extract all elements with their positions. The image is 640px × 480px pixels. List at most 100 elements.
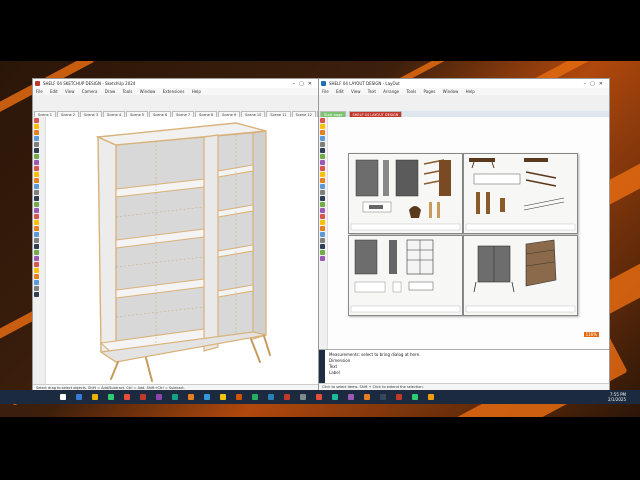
taskbar-app-icon[interactable] <box>60 394 66 400</box>
side-tool-icon[interactable] <box>33 250 39 255</box>
taskbar-app-icon[interactable] <box>188 394 194 400</box>
lmenu-view[interactable]: View <box>351 89 361 94</box>
side-tool-icon[interactable] <box>319 244 325 249</box>
taskbar-app-icon[interactable] <box>172 394 178 400</box>
lmenu-window[interactable]: Window <box>443 89 459 94</box>
layout-page-3[interactable] <box>348 235 463 316</box>
side-tool-icon[interactable] <box>319 226 325 231</box>
side-tool-icon[interactable] <box>319 142 325 147</box>
side-tool-icon[interactable] <box>33 142 39 147</box>
side-tool-icon[interactable] <box>33 124 39 129</box>
menu-camera[interactable]: Camera <box>82 89 98 94</box>
taskbar-app-icon[interactable] <box>284 394 290 400</box>
taskbar-app-icon[interactable] <box>316 394 322 400</box>
side-tool-icon[interactable] <box>33 286 39 291</box>
side-tool-icon[interactable] <box>319 178 325 183</box>
side-tool-icon[interactable] <box>319 232 325 237</box>
taskbar-app-icon[interactable] <box>204 394 210 400</box>
taskbar-app-icon[interactable] <box>396 394 402 400</box>
side-tool-icon[interactable] <box>33 166 39 171</box>
side-tool-icon[interactable] <box>319 148 325 153</box>
taskbar-app-icon[interactable] <box>236 394 242 400</box>
side-tool-icon[interactable] <box>33 184 39 189</box>
side-tool-icon[interactable] <box>319 166 325 171</box>
zoom-indicator[interactable]: 116% <box>583 332 599 337</box>
side-tool-icon[interactable] <box>33 292 39 297</box>
side-tool-icon[interactable] <box>319 196 325 201</box>
side-tool-icon[interactable] <box>33 136 39 141</box>
side-tool-icon[interactable] <box>33 220 39 225</box>
side-tool-icon[interactable] <box>319 238 325 243</box>
taskbar-app-icon[interactable] <box>156 394 162 400</box>
side-tool-icon[interactable] <box>319 202 325 207</box>
lmenu-file[interactable]: File <box>322 89 329 94</box>
menu-edit[interactable]: Edit <box>50 89 58 94</box>
side-tool-icon[interactable] <box>33 196 39 201</box>
side-tool-icon[interactable] <box>319 136 325 141</box>
side-tool-icon[interactable] <box>319 124 325 129</box>
layout-page-2[interactable] <box>463 153 578 234</box>
lmenu-tools[interactable]: Tools <box>406 89 416 94</box>
side-tool-icon[interactable] <box>319 214 325 219</box>
side-tool-icon[interactable] <box>319 154 325 159</box>
layout-page-4[interactable] <box>463 235 578 316</box>
side-tool-icon[interactable] <box>33 148 39 153</box>
side-tool-icon[interactable] <box>33 244 39 249</box>
side-tool-icon[interactable] <box>319 208 325 213</box>
model-viewport[interactable] <box>46 117 318 384</box>
menu-window[interactable]: Window <box>140 89 156 94</box>
side-tool-icon[interactable] <box>33 130 39 135</box>
side-tool-icon[interactable] <box>33 238 39 243</box>
taskbar-app-icon[interactable] <box>268 394 274 400</box>
taskbar-app-icon[interactable] <box>76 394 82 400</box>
lmenu-text[interactable]: Text <box>368 89 376 94</box>
side-tool-icon[interactable] <box>319 220 325 225</box>
side-tool-icon[interactable] <box>33 202 39 207</box>
side-tool-icon[interactable] <box>33 190 39 195</box>
taskbar-app-icon[interactable] <box>332 394 338 400</box>
layout-canvas[interactable]: 116% <box>328 117 609 349</box>
taskbar-app-icon[interactable] <box>428 394 434 400</box>
taskbar-clock[interactable]: 7:55 PM 2/1/2025 <box>608 392 626 402</box>
taskbar-app-icon[interactable] <box>124 394 130 400</box>
lmenu-pages[interactable]: Pages <box>424 89 436 94</box>
taskbar-app-icon[interactable] <box>300 394 306 400</box>
lmenu-help[interactable]: Help <box>466 89 475 94</box>
taskbar-app-icon[interactable] <box>412 394 418 400</box>
menu-view[interactable]: View <box>65 89 75 94</box>
side-tool-icon[interactable] <box>33 154 39 159</box>
side-tool-icon[interactable] <box>319 160 325 165</box>
lmenu-arrange[interactable]: Arrange <box>383 89 399 94</box>
side-tool-icon[interactable] <box>33 268 39 273</box>
taskbar-app-icon[interactable] <box>380 394 386 400</box>
side-tool-icon[interactable] <box>33 262 39 267</box>
menu-extensions[interactable]: Extensions <box>163 89 185 94</box>
side-tool-icon[interactable] <box>319 250 325 255</box>
taskbar-app-icon[interactable] <box>252 394 258 400</box>
side-tool-icon[interactable] <box>319 130 325 135</box>
menu-file[interactable]: File <box>36 89 43 94</box>
lmenu-edit[interactable]: Edit <box>336 89 344 94</box>
side-tool-icon[interactable] <box>319 256 325 261</box>
side-tool-icon[interactable] <box>33 160 39 165</box>
taskbar-app-icon[interactable] <box>108 394 114 400</box>
side-tool-icon[interactable] <box>33 226 39 231</box>
taskbar-app-icon[interactable] <box>364 394 370 400</box>
side-tool-icon[interactable] <box>33 208 39 213</box>
taskbar-app-icon[interactable] <box>348 394 354 400</box>
side-tool-icon[interactable] <box>33 256 39 261</box>
taskbar-app-icon[interactable] <box>140 394 146 400</box>
menu-draw[interactable]: Draw <box>105 89 115 94</box>
side-tool-icon[interactable] <box>319 172 325 177</box>
side-tool-icon[interactable] <box>33 280 39 285</box>
side-tool-icon[interactable] <box>33 274 39 279</box>
layout-page-1[interactable] <box>348 153 463 234</box>
side-tool-icon[interactable] <box>33 178 39 183</box>
menu-tools[interactable]: Tools <box>123 89 133 94</box>
side-tool-icon[interactable] <box>33 214 39 219</box>
taskbar-app-icon[interactable] <box>92 394 98 400</box>
side-tool-icon[interactable] <box>319 190 325 195</box>
menu-help[interactable]: Help <box>192 89 201 94</box>
side-tool-icon[interactable] <box>33 118 39 123</box>
side-tool-icon[interactable] <box>33 232 39 237</box>
